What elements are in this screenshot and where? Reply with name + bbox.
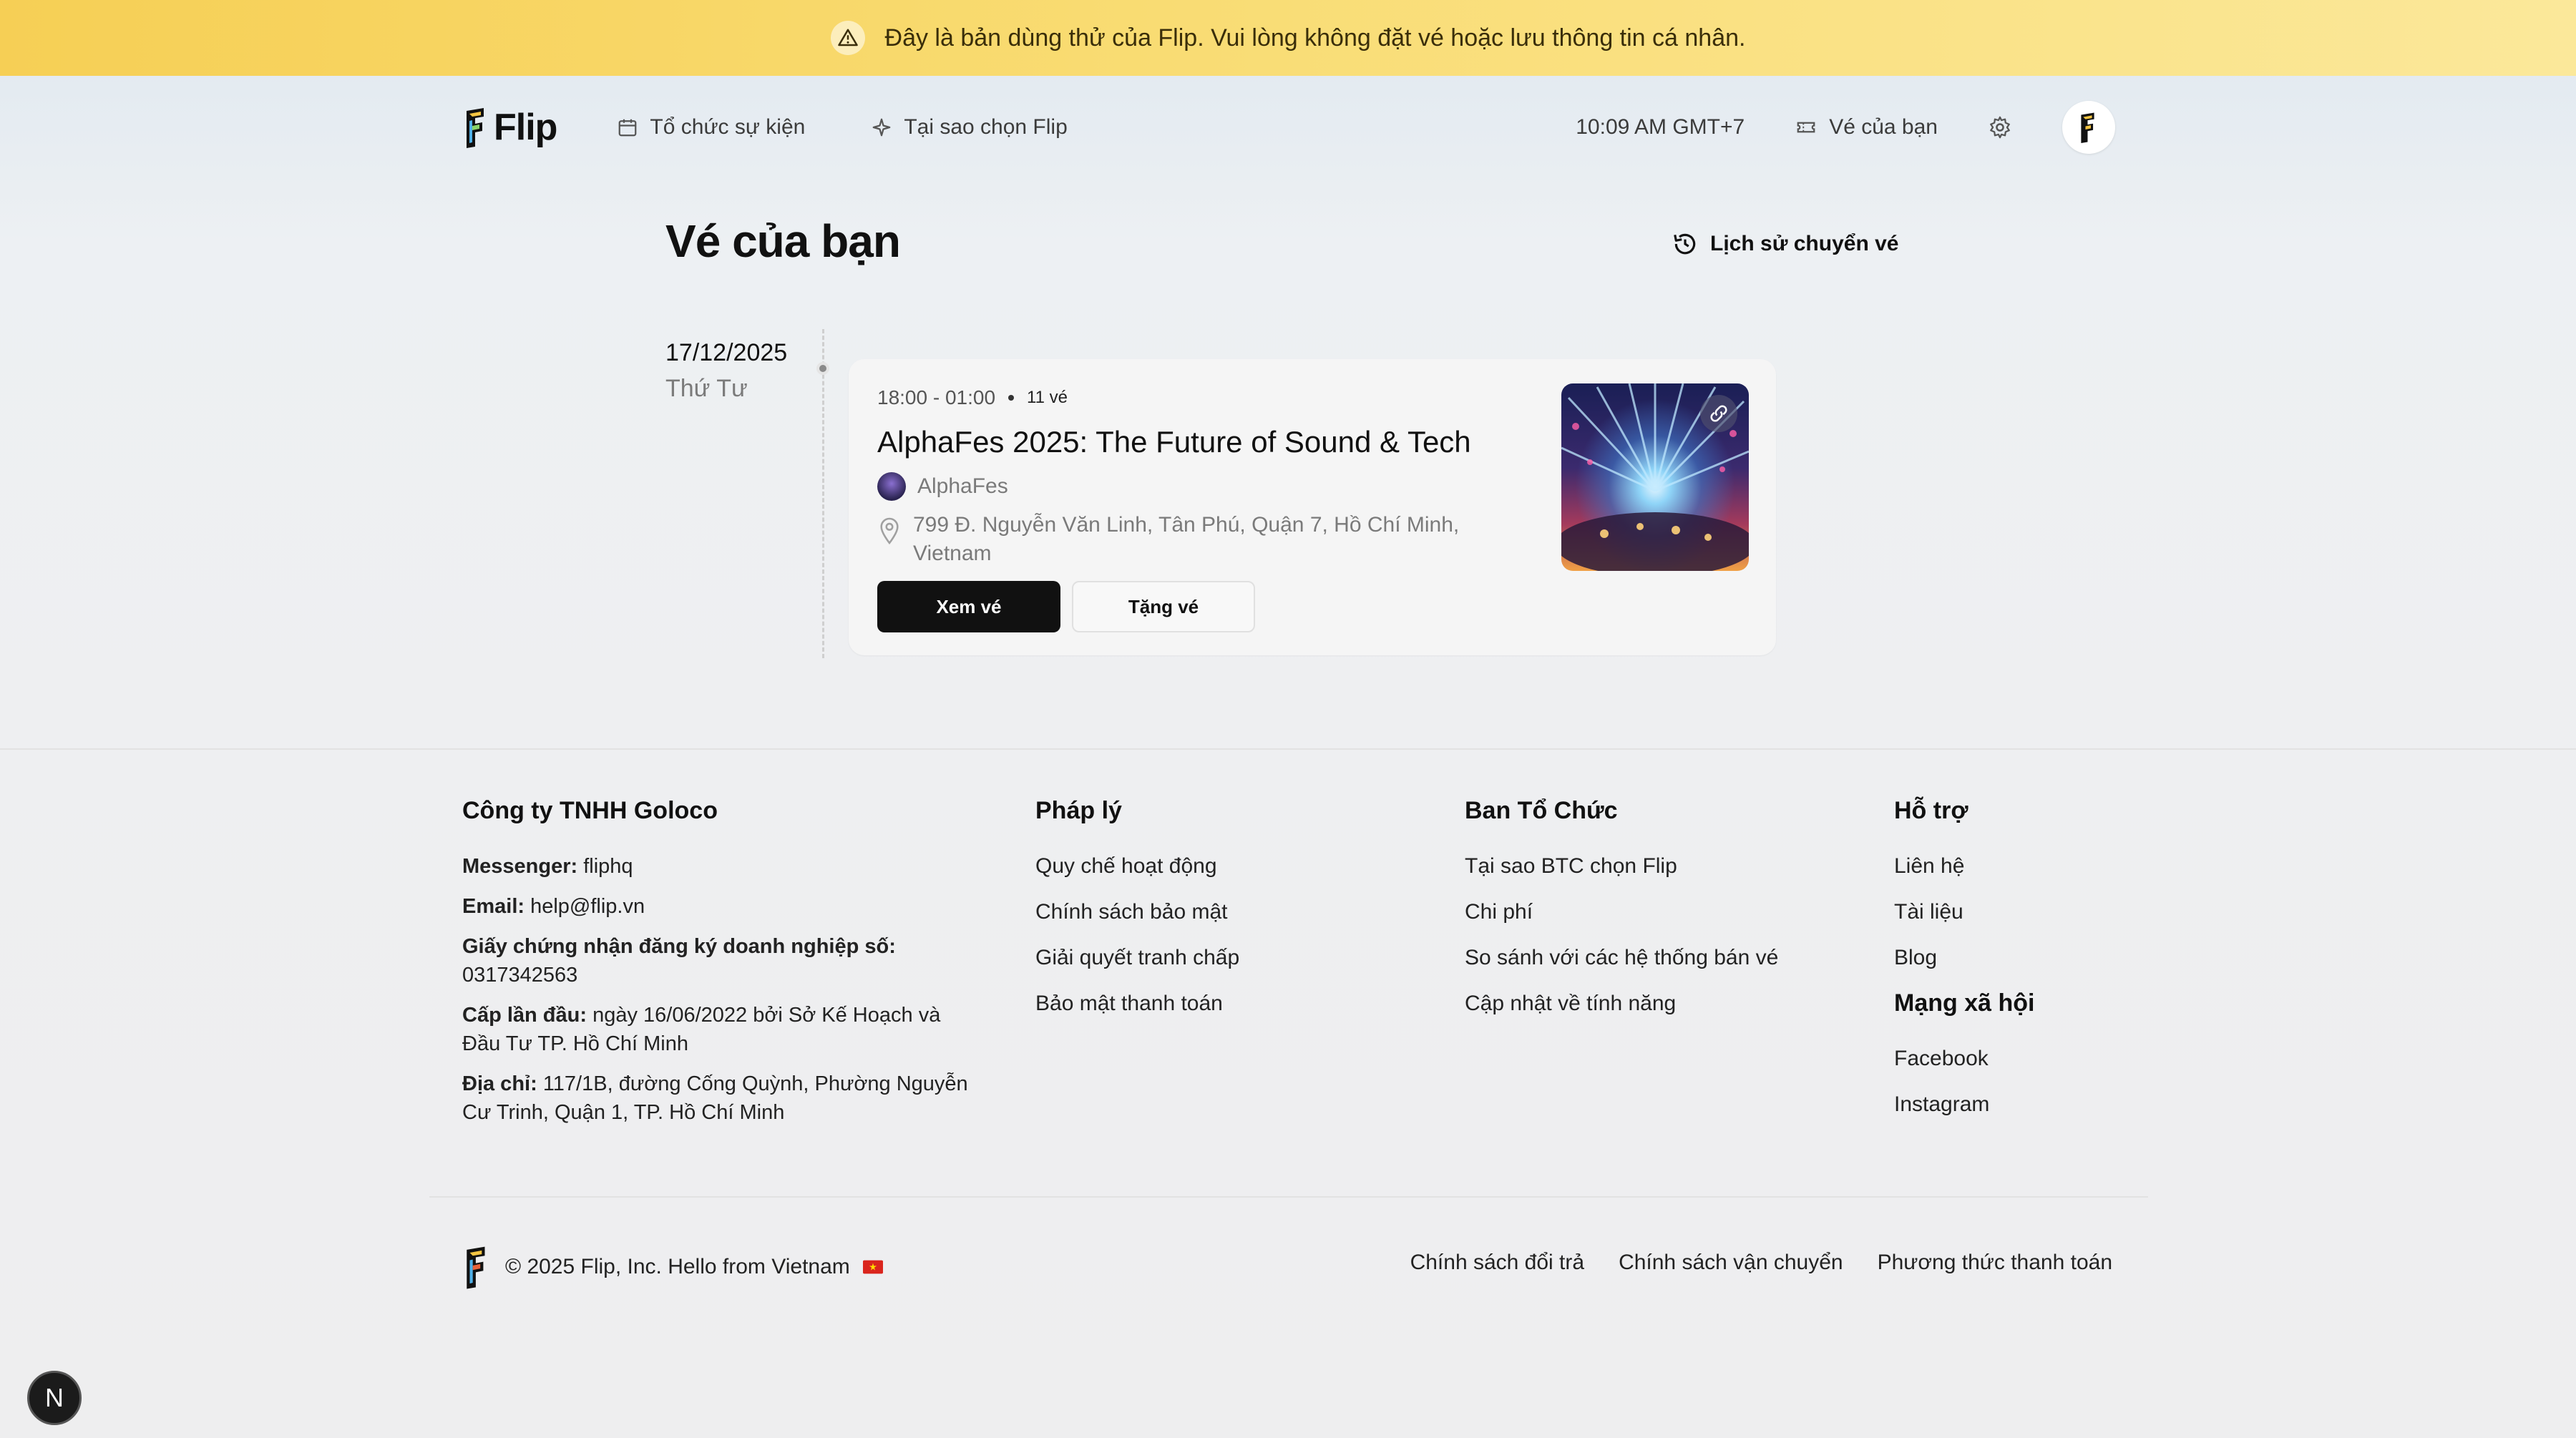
top-nav: Flip Tổ chức sự kiện Tại sao chọn Flip 1… xyxy=(462,93,2115,162)
logo-text: Flip xyxy=(494,107,557,148)
copyright-text: © 2025 Flip, Inc. Hello from Vietnam xyxy=(505,1255,850,1278)
flip-avatar-icon xyxy=(2081,112,2094,143)
page-title: Vé của bạn xyxy=(665,215,901,267)
nav-why-label: Tại sao chọn Flip xyxy=(904,115,1068,139)
company-address: Địa chỉ: 117/1B, đường Cống Quỳnh, Phườn… xyxy=(462,1072,968,1124)
footer-organizers: Ban Tổ Chức Tại sao BTC chọn Flip Chi ph… xyxy=(1465,797,1778,1035)
location-text: 799 Đ. Nguyễn Văn Linh, Tân Phú, Quận 7,… xyxy=(913,513,1460,565)
social-link-facebook[interactable]: Facebook xyxy=(1894,1045,2034,1073)
current-time: 10:09 AM GMT+7 xyxy=(1576,115,1745,139)
footer-bottom-divider xyxy=(429,1196,2148,1198)
footer-divider xyxy=(0,748,2576,750)
footer-support: Hỗ trợ Liên hệ Tài liệu Blog Mạng xã hội… xyxy=(1894,797,2034,1136)
footer-company: Công ty TNHH Goloco Messenger: fliphq Em… xyxy=(462,797,977,1138)
flip-logo-mark-icon xyxy=(467,1246,485,1289)
company-issued: Cấp lần đầu: ngày 16/06/2022 bởi Sở Kế H… xyxy=(462,1004,941,1055)
event-location: 799 Đ. Nguyễn Văn Linh, Tân Phú, Quận 7,… xyxy=(877,511,1478,568)
support-link[interactable]: Liên hệ xyxy=(1894,852,2034,881)
trial-banner: Đây là bản dùng thử của Flip. Vui lòng k… xyxy=(0,0,2576,76)
copyright: © 2025 Flip, Inc. Hello from Vietnam xyxy=(462,1245,883,1289)
flip-logo[interactable]: Flip xyxy=(462,106,557,149)
timeline-line xyxy=(822,329,824,658)
organizers-heading: Ban Tổ Chức xyxy=(1465,797,1618,824)
social-link-instagram[interactable]: Instagram xyxy=(1894,1090,2034,1119)
social-heading: Mạng xã hội xyxy=(1894,989,2035,1017)
company-email: Email: help@flip.vn xyxy=(462,895,645,918)
legal-heading: Pháp lý xyxy=(1035,797,1122,824)
sparkle-icon xyxy=(872,118,891,137)
ticket-count: 11 vé xyxy=(1027,388,1068,407)
event-title[interactable]: AlphaFes 2025: The Future of Sound & Tec… xyxy=(877,425,1471,459)
event-organizer[interactable]: AlphaFes xyxy=(877,472,1008,501)
support-link[interactable]: Blog xyxy=(1894,944,2034,972)
organizer-name: AlphaFes xyxy=(917,474,1008,498)
nav-my-tickets[interactable]: Vé của bạn xyxy=(1795,115,1938,140)
flip-logo-mark-icon xyxy=(467,108,484,148)
warning-triangle-icon xyxy=(830,21,865,55)
nav-organize-events[interactable]: Tổ chức sự kiện xyxy=(617,115,805,140)
footer-legal: Pháp lý Quy chế hoạt động Chính sách bảo… xyxy=(1035,797,1239,1035)
view-ticket-button[interactable]: Xem vé xyxy=(877,581,1060,632)
legal-link[interactable]: Giải quyết tranh chấp xyxy=(1035,944,1239,972)
organizers-link[interactable]: Chi phí xyxy=(1465,898,1778,926)
link-icon[interactable] xyxy=(1700,395,1737,432)
organizers-link[interactable]: So sánh với các hệ thống bán vé xyxy=(1465,944,1778,972)
nav-why-flip[interactable]: Tại sao chọn Flip xyxy=(871,115,1068,140)
vietnam-flag-icon xyxy=(862,1260,883,1274)
event-thumbnail[interactable] xyxy=(1561,383,1749,571)
company-license: Giấy chứng nhận đăng ký doanh nghiệp số:… xyxy=(462,935,896,987)
event-card[interactable]: 18:00 - 01:00 11 vé AlphaFes 2025: The F… xyxy=(849,359,1776,655)
nav-my-tickets-label: Vé của bạn xyxy=(1829,115,1938,139)
banner-text: Đây là bản dùng thử của Flip. Vui lòng k… xyxy=(884,24,1746,52)
calendar-plus-icon xyxy=(619,119,637,137)
shipping-policy-link[interactable]: Chính sách vận chuyển xyxy=(1619,1251,1843,1275)
organizers-link[interactable]: Cập nhật về tính năng xyxy=(1465,989,1778,1018)
organizers-link[interactable]: Tại sao BTC chọn Flip xyxy=(1465,852,1778,881)
return-policy-link[interactable]: Chính sách đổi trả xyxy=(1410,1251,1584,1275)
company-messenger: Messenger: fliphq xyxy=(462,855,633,878)
legal-link[interactable]: Chính sách bảo mật xyxy=(1035,898,1239,926)
transfer-history-button[interactable]: Lịch sử chuyển vé xyxy=(1672,230,1898,258)
nav-organize-label: Tổ chức sự kiện xyxy=(650,115,806,139)
gift-ticket-button[interactable]: Tặng vé xyxy=(1072,581,1255,632)
support-heading: Hỗ trợ xyxy=(1894,797,1968,824)
dev-tools-badge[interactable]: N xyxy=(27,1371,82,1425)
company-heading: Công ty TNHH Goloco xyxy=(462,797,718,824)
event-weekday: Thứ Tư xyxy=(665,375,748,402)
transfer-history-label: Lịch sử chuyển vé xyxy=(1710,232,1899,255)
user-avatar[interactable] xyxy=(2062,101,2115,154)
legal-link[interactable]: Quy chế hoạt động xyxy=(1035,852,1239,881)
event-meta: 18:00 - 01:00 11 vé xyxy=(877,386,1068,409)
legal-link[interactable]: Bảo mật thanh toán xyxy=(1035,989,1239,1018)
history-icon xyxy=(1674,233,1696,255)
payment-methods-link[interactable]: Phương thức thanh toán xyxy=(1878,1251,2112,1275)
footer-bottom-links: Chính sách đổi trả Chính sách vận chuyển… xyxy=(1410,1251,2112,1275)
event-date: 17/12/2025 xyxy=(665,339,788,366)
timeline-dot xyxy=(816,362,829,375)
support-link[interactable]: Tài liệu xyxy=(1894,898,2034,926)
map-pin-icon xyxy=(880,517,899,545)
separator-dot xyxy=(1008,395,1015,401)
gear-icon[interactable] xyxy=(1988,115,2012,140)
event-time-range: 18:00 - 01:00 xyxy=(877,386,996,409)
organizer-logo xyxy=(877,472,906,501)
ticket-icon xyxy=(1797,122,1815,133)
